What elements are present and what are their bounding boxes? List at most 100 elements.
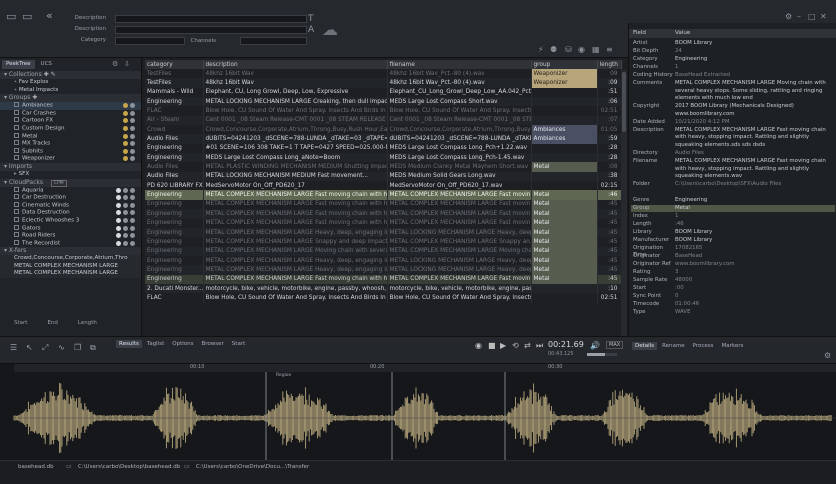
group-item[interactable]: Car Crashes	[0, 109, 141, 118]
status-dot-icon[interactable]	[116, 210, 121, 216]
table-row[interactable]: Engineering METAL COMPLEX MECHANISM LARGE…	[145, 218, 622, 228]
table-row[interactable]: Engineering METAL COMPLEX MECHANISM LARGE…	[145, 209, 622, 219]
checkbox[interactable]	[14, 186, 19, 192]
status-dot-icon[interactable]	[130, 148, 135, 154]
detail-value[interactable]: BaseHead	[675, 253, 833, 261]
table-row[interactable]: Engineering METAL COMPLEX MECHANISM LARGE…	[145, 255, 622, 266]
detail-value[interactable]: 3	[675, 269, 833, 277]
copy-icon[interactable]: ❐	[74, 343, 81, 352]
close-icon[interactable]: ✕	[820, 12, 827, 21]
status-dot-icon[interactable]	[130, 195, 135, 201]
cloudpack-item[interactable]: The Recordist	[0, 239, 141, 248]
stop-icon[interactable]: ■	[488, 341, 496, 350]
cloudpack-item[interactable]: Data Destruction	[0, 209, 141, 217]
status-dot-icon[interactable]	[116, 233, 121, 239]
record-icon[interactable]: ◉	[475, 341, 482, 350]
table-row[interactable]: Audio Files METAL PLASTIC WINDING MECHANI…	[145, 162, 622, 172]
table-row[interactable]: Mammals - Wild Elephant, CU, Long Growl, …	[145, 87, 622, 98]
detail-value[interactable]: 48000	[675, 277, 833, 285]
grid-icon[interactable]: ▦	[592, 45, 600, 54]
checkbox[interactable]	[14, 232, 19, 238]
max-mode-badge[interactable]: MAX	[606, 341, 624, 349]
description-input-1[interactable]	[115, 15, 307, 23]
detail-row-sync-point[interactable]: Sync Point 0	[631, 293, 835, 301]
status-dot-icon[interactable]	[116, 240, 121, 246]
status-dot-icon[interactable]	[123, 225, 128, 231]
tab-peektree[interactable]: PeekTree	[2, 60, 35, 69]
detail-value[interactable]: 01:00:46	[675, 301, 833, 309]
status-dot-icon[interactable]	[123, 233, 128, 239]
cursor-icon[interactable]: ↖	[26, 343, 33, 352]
detail-value[interactable]: BOOM Library	[675, 229, 833, 237]
tab-process[interactable]: Process	[690, 342, 717, 350]
volume-icon[interactable]: 🔊	[590, 341, 600, 350]
tab-details[interactable]: Details	[632, 342, 658, 350]
status-dot-icon[interactable]	[130, 156, 135, 162]
tab-markers[interactable]: Markers	[719, 342, 747, 350]
table-row[interactable]: PD 620 LIBRARY FX MedServoMotor On_Off_PD…	[145, 181, 622, 191]
detail-row-folder[interactable]: Folder C:\Users\carbo\Desktop\SFX\Audio F…	[631, 181, 835, 196]
status-dot-icon[interactable]	[123, 125, 128, 131]
group-item[interactable]: Weaponizer	[0, 155, 141, 163]
checkbox[interactable]	[14, 117, 19, 123]
status-dot-icon[interactable]	[123, 195, 128, 201]
channels-input[interactable]	[240, 37, 307, 45]
tab-taglist[interactable]: Taglist	[144, 340, 167, 348]
detail-row-type[interactable]: Type WAVE	[631, 309, 835, 317]
detail-value[interactable]: 17082165	[675, 245, 833, 253]
cloudpack-item[interactable]: Aquaria	[0, 186, 141, 195]
detail-row-copyright[interactable]: Copyright 2017 BOOM Library (Mechanicals …	[631, 103, 835, 118]
checkbox[interactable]	[14, 147, 19, 153]
database-path[interactable]: C:\Users\carbo\Desktop\basehead.db	[78, 464, 180, 470]
table-scrollbar-thumb[interactable]	[622, 72, 626, 132]
pin-icon[interactable]: ⇩	[124, 60, 130, 68]
shuffle-icon[interactable]: ⇄	[524, 341, 531, 350]
status-dot-icon[interactable]	[130, 125, 135, 131]
status-dot-icon[interactable]	[123, 103, 128, 109]
detail-row-filename[interactable]: Filename METAL COMPLEX MECHANISM LARGE Fa…	[631, 158, 835, 181]
eye-icon[interactable]: ◉	[578, 45, 585, 54]
cloudpack-item[interactable]: Car Destruction	[0, 194, 141, 202]
table-row[interactable]: Engineering MEDS Large Lost Compass Long_…	[145, 153, 622, 163]
detail-value[interactable]: C:\Users\carbo\Desktop\SFX\Audio Files	[675, 181, 833, 189]
status-dot-icon[interactable]	[116, 217, 121, 223]
panel-left-icon[interactable]: ▭	[6, 10, 16, 23]
detail-row-description[interactable]: Description METAL COMPLEX MECHANISM LARGE…	[631, 127, 835, 150]
detail-value[interactable]: 2017 BOOM Library (Mechanicals Designed)…	[675, 103, 833, 118]
detail-row-genre[interactable]: Genre Engineering	[631, 197, 835, 205]
text-format-icon[interactable]: T	[308, 14, 314, 24]
transfer-path[interactable]: C:\Users\carbo\OneDrive\Docu...\Transfer	[196, 464, 309, 470]
tab-ucs[interactable]: UCS	[37, 60, 56, 69]
column-header-length[interactable]: length	[597, 60, 622, 69]
database-name[interactable]: basehead.db	[18, 464, 54, 470]
detail-row-comments[interactable]: Comments METAL COMPLEX MECHANISM LARGE Mo…	[631, 80, 835, 103]
checkbox[interactable]	[14, 124, 19, 130]
minimize-icon[interactable]: –	[797, 12, 801, 21]
imports-header[interactable]: ▾ Imports	[0, 162, 141, 171]
table-row[interactable]: Engineering #01 SCENE=106 308 TAKE=1 T TA…	[145, 143, 622, 154]
panel-toggle-icon[interactable]: ▭	[22, 10, 32, 23]
detail-row-library[interactable]: Library BOOM Library	[631, 229, 835, 237]
table-row[interactable]: TestFiles 48khz 16bit Wav 48khz 16bit Wav_…	[145, 69, 622, 79]
table-row[interactable]: Air - Steam Cent 0001 _08 Steam Release-C…	[145, 115, 622, 126]
waveform-svg[interactable]	[0, 364, 836, 460]
status-dot-icon[interactable]	[123, 118, 128, 124]
detail-value[interactable]: BOOM Library	[675, 237, 833, 245]
checkbox[interactable]	[14, 224, 19, 230]
waveform-view[interactable]	[0, 364, 836, 460]
loop-icon[interactable]: ⟲	[512, 341, 519, 350]
cloudpack-item[interactable]: Eclectic Whooshes 3	[0, 216, 141, 225]
table-row[interactable]: Audio Files METAL LOCKING MECHANISM MEDIU…	[145, 171, 622, 182]
detail-row-index[interactable]: Index 1	[631, 213, 835, 221]
skip-icon[interactable]: ⏭	[536, 341, 543, 351]
import-item[interactable]: ▸ SFX	[0, 171, 141, 179]
list-icon[interactable]: ≡	[606, 45, 613, 54]
status-dot-icon[interactable]	[123, 133, 128, 139]
database-icon[interactable]: ⛁	[565, 45, 572, 54]
checkbox[interactable]	[14, 140, 19, 146]
collection-item[interactable]: ⭑ Fav Explos	[0, 79, 141, 87]
status-dot-icon[interactable]	[123, 141, 128, 147]
waveform-icon[interactable]: ∿	[58, 343, 65, 352]
detail-row-group[interactable]: Group Metal	[631, 204, 835, 213]
detail-value[interactable]: 1	[675, 213, 833, 221]
